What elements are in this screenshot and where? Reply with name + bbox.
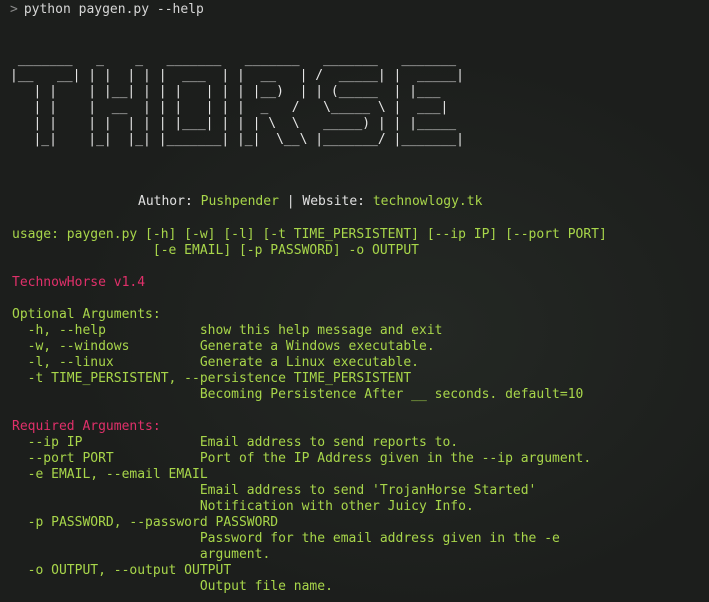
author-name: Pushpender [200, 194, 279, 209]
required-arg-line: --port PORT Port of the IP Address given… [12, 451, 592, 466]
required-arg-line: --ip IP Email address to send reports to… [12, 435, 459, 450]
required-arg-line: -p PASSWORD, --password PASSWORD [12, 515, 279, 530]
terminal-window[interactable]: > python paygen.py --help _______ _ _ ___… [0, 0, 709, 602]
optional-arg-line: -l, --linux Generate a Linux executable. [12, 355, 419, 370]
optional-arg-line: Becoming Persistence After __ seconds. d… [12, 387, 584, 402]
required-arg-line: -e EMAIL, --email EMAIL [12, 467, 208, 482]
usage-line-1: usage: paygen.py [-h] [-w] [-l] [-t TIME… [12, 227, 607, 242]
website-label: Website: [302, 194, 366, 209]
prompt-caret: > [10, 2, 18, 17]
required-arg-line: Email address to send 'TrojanHorse Start… [12, 483, 537, 498]
usage-line-2: [-e EMAIL] [-p PASSWORD] -o OUTPUT [12, 243, 419, 258]
required-arg-line: Notification with other Juicy Info. [12, 499, 474, 514]
website-url: technowlogy.tk [372, 194, 483, 209]
author-separator: | [286, 194, 295, 209]
optional-arg-line: -t TIME_PERSISTENT, --persistence TIME_P… [12, 371, 412, 386]
author-label: Author: [138, 194, 193, 209]
required-arg-line: -o OUTPUT, --output OUTPUT [12, 563, 232, 578]
command-text: python paygen.py --help [23, 2, 204, 17]
optional-arg-line: -h, --help show this help message and ex… [12, 323, 443, 338]
required-heading: Required Arguments: [12, 419, 161, 434]
required-arg-line: argument. [12, 547, 271, 562]
author-line: Author: Pushpender | Website: technowlog… [138, 194, 482, 210]
optional-arg-line: -w, --windows Generate a Windows executa… [12, 339, 435, 354]
command-prompt: > python paygen.py --help [10, 2, 204, 18]
ascii-banner: _______ _ _ _______ _______ _______ ____… [10, 52, 464, 147]
required-arg-line: Output file name. [12, 579, 333, 594]
optional-heading: Optional Arguments: [12, 307, 161, 322]
required-arg-line: Password for the email address given in … [12, 531, 560, 546]
version-label: TechnowHorse v1.4 [12, 275, 146, 290]
